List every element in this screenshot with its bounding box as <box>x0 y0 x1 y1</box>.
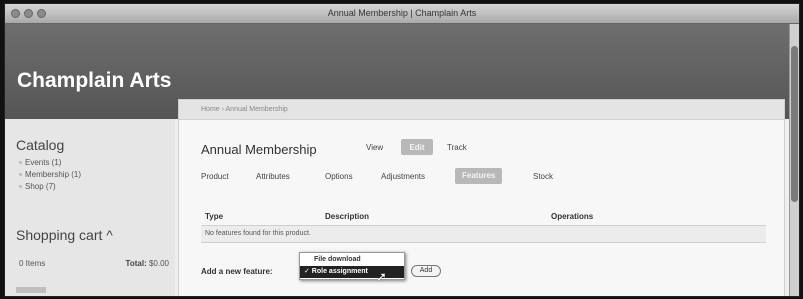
cart-total: Total: $0.00 <box>126 259 169 268</box>
features-table: Type Description Operations No features … <box>201 212 766 243</box>
add-feature-label: Add a new feature: <box>201 267 273 276</box>
scrollbar-thumb[interactable] <box>791 46 798 202</box>
table-empty-row: No features found for this product. <box>201 226 766 243</box>
catalog-item-events[interactable]: Events (1) <box>19 157 81 169</box>
tab-track[interactable]: Track <box>447 143 467 152</box>
sidebar: Catalog Events (1) Membership (1) Shop (… <box>5 119 175 296</box>
feature-type-dropdown[interactable]: File download ✓ Role assignment <box>299 252 405 280</box>
catalog-list: Events (1) Membership (1) Shop (7) <box>19 157 81 193</box>
cart-total-value: $0.00 <box>148 259 169 268</box>
subtab-attributes[interactable]: Attributes <box>256 172 290 181</box>
page-title: Annual Membership <box>201 142 317 157</box>
mouse-pointer-icon: ➚ <box>376 269 387 284</box>
catalog-item-shop[interactable]: Shop (7) <box>19 181 81 193</box>
table-header: Type Description Operations <box>201 212 766 226</box>
subtab-options[interactable]: Options <box>325 172 353 181</box>
cart-total-label: Total: <box>125 259 147 268</box>
browser-window: Annual Membership | Champlain Arts Champ… <box>4 3 800 297</box>
option-role-assignment[interactable]: ✓ Role assignment <box>300 266 404 278</box>
option-file-download[interactable]: File download <box>300 254 404 266</box>
shopping-cart-title[interactable]: Shopping cart ^ <box>16 227 113 243</box>
catalog-title: Catalog <box>16 137 65 153</box>
tab-view[interactable]: View <box>366 143 383 152</box>
subtab-product[interactable]: Product <box>201 172 229 181</box>
subtab-stock[interactable]: Stock <box>533 172 553 181</box>
catalog-item-membership[interactable]: Membership (1) <box>19 169 81 181</box>
window-title: Annual Membership | Champlain Arts <box>327 8 477 18</box>
breadcrumb[interactable]: Home › Annual Membership <box>179 100 784 120</box>
subtab-adjustments[interactable]: Adjustments <box>381 172 425 181</box>
vertical-scrollbar[interactable] <box>789 24 799 296</box>
cut-off-block-title <box>16 287 46 293</box>
subtab-features[interactable]: Features <box>455 168 503 184</box>
cart-summary: 0 Items Total: $0.00 <box>19 259 169 268</box>
window-titlebar: Annual Membership | Champlain Arts <box>5 4 799 24</box>
column-type: Type <box>205 212 224 221</box>
site-name[interactable]: Champlain Arts <box>17 69 171 93</box>
main-content: Home › Annual Membership Annual Membersh… <box>178 99 785 296</box>
column-description: Description <box>325 212 370 221</box>
column-operations: Operations <box>551 212 594 221</box>
tab-edit[interactable]: Edit <box>401 139 433 155</box>
add-feature-button[interactable]: Add <box>411 265 441 277</box>
cart-item-count: 0 Items <box>19 259 46 268</box>
